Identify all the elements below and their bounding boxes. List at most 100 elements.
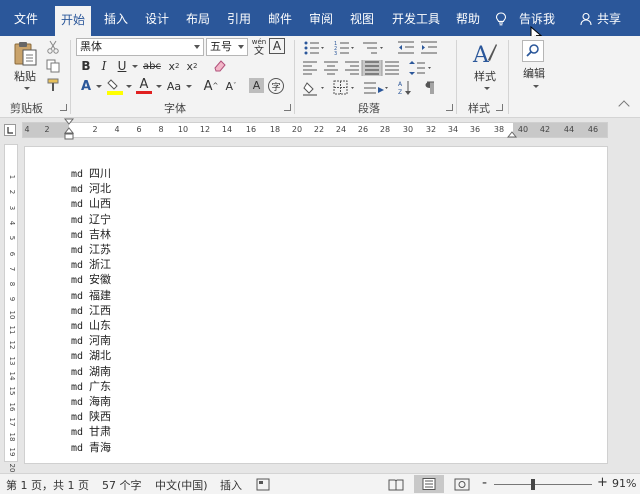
copy-icon[interactable] xyxy=(46,59,60,73)
tab-file[interactable]: 文件 xyxy=(14,0,38,36)
document-line[interactable]: md 浙江 xyxy=(71,257,111,272)
tab-layout[interactable]: 布局 xyxy=(186,0,210,36)
document-line[interactable]: md 广东 xyxy=(71,379,111,394)
editing-button[interactable]: 编辑 xyxy=(518,66,550,80)
paste-dropdown-icon[interactable] xyxy=(24,87,30,90)
right-indent-marker-icon[interactable] xyxy=(506,128,518,140)
zoom-in-button[interactable]: + xyxy=(597,475,608,490)
document-line[interactable]: md 安徽 xyxy=(71,272,111,287)
italic-button[interactable]: I xyxy=(96,58,112,74)
document-line[interactable]: md 山西 xyxy=(71,196,111,211)
font-size-combo[interactable]: 五号 xyxy=(206,38,248,56)
styles-button[interactable]: 样式 xyxy=(470,69,500,83)
shading-border-row: AZ xyxy=(303,80,434,96)
tab-selector-icon[interactable] xyxy=(4,124,16,136)
text-effects-dropdown-icon[interactable] xyxy=(96,85,102,88)
tab-references[interactable]: 引用 xyxy=(227,0,251,36)
svg-text:Z: Z xyxy=(398,89,402,96)
tab-insert[interactable]: 插入 xyxy=(104,0,128,36)
tab-home[interactable]: 开始 xyxy=(55,6,92,36)
zoom-slider-track[interactable] xyxy=(494,484,592,485)
font-launcher-icon[interactable] xyxy=(284,104,291,111)
line-prefix: md xyxy=(71,366,84,378)
document-line[interactable]: md 青海 xyxy=(71,440,111,455)
cut-icon[interactable] xyxy=(46,40,60,54)
text-effects-button[interactable]: A xyxy=(78,78,94,94)
zoom-level[interactable]: 91% xyxy=(612,477,636,490)
underline-dropdown-icon[interactable] xyxy=(132,65,138,68)
share-person-icon[interactable] xyxy=(580,12,594,26)
vertical-ruler[interactable]: 1 2 3 4 5 6 7 8 9 10 11 12 13 14 15 16 17 18 19 20 xyxy=(4,144,18,472)
document-line[interactable]: md 海南 xyxy=(71,394,111,409)
subscript-button[interactable]: x2 xyxy=(166,58,182,74)
document-line[interactable]: md 湖南 xyxy=(71,364,111,379)
character-shading-button[interactable]: A xyxy=(249,78,264,93)
document-line[interactable]: md 辽宁 xyxy=(71,212,111,227)
tab-view[interactable]: 视图 xyxy=(350,0,374,36)
document-line[interactable]: md 河南 xyxy=(71,333,111,348)
document-line[interactable]: md 河北 xyxy=(71,181,111,196)
web-layout-icon[interactable] xyxy=(454,478,470,491)
paste-button[interactable]: 粘贴 xyxy=(8,69,42,83)
enclose-characters-button[interactable]: 字 xyxy=(268,78,284,94)
collapse-ribbon-icon[interactable] xyxy=(618,100,630,112)
change-case-button[interactable]: Aa xyxy=(164,78,184,94)
font-name-combo[interactable]: 黑体 xyxy=(76,38,204,56)
grow-font-button[interactable]: A ^ xyxy=(203,78,219,94)
document-line[interactable]: md 山东 xyxy=(71,318,111,333)
tab-design[interactable]: 设计 xyxy=(145,0,169,36)
paragraph-launcher-icon[interactable] xyxy=(446,104,453,111)
document-line[interactable]: md 吉林 xyxy=(71,227,111,242)
paste-icon[interactable] xyxy=(12,40,40,68)
clipboard-launcher-icon[interactable] xyxy=(60,104,67,111)
tab-review[interactable]: 审阅 xyxy=(309,0,333,36)
styles-dropdown-icon[interactable] xyxy=(484,87,490,90)
lightbulb-icon[interactable] xyxy=(495,12,507,26)
vertical-scrollbar[interactable] xyxy=(620,144,636,464)
font-color-dropdown-icon[interactable] xyxy=(156,85,162,88)
tab-help[interactable]: 帮助 xyxy=(456,0,480,36)
styles-icon[interactable]: A xyxy=(472,40,498,68)
tab-mailings[interactable]: 邮件 xyxy=(268,0,292,36)
phonetic-guide-button[interactable]: wén 文 xyxy=(251,37,267,57)
document-line[interactable]: md 江西 xyxy=(71,303,111,318)
insert-mode[interactable]: 插入 xyxy=(220,477,242,493)
find-button[interactable] xyxy=(522,40,544,62)
page-count[interactable]: 第 1 页，共 1 页 xyxy=(6,477,89,493)
strikethrough-button[interactable]: abc xyxy=(140,58,164,74)
share-button[interactable]: 共享 xyxy=(597,0,621,36)
macro-record-icon[interactable] xyxy=(256,478,270,491)
shrink-font-button[interactable]: Aˇ xyxy=(223,78,239,94)
character-border-button[interactable]: A xyxy=(269,38,285,54)
clear-formatting-icon[interactable] xyxy=(212,59,228,73)
editing-dropdown-icon[interactable] xyxy=(533,85,539,88)
document-line[interactable]: md 江苏 xyxy=(71,242,111,257)
horizontal-ruler[interactable]: 4 2 2 4 6 8 10 12 14 16 18 20 22 24 26 28 30 32 34 36 38 40 42… xyxy=(22,122,608,138)
document-line[interactable]: md 甘肃 xyxy=(71,424,111,439)
document-line[interactable]: md 四川 xyxy=(71,166,111,181)
read-mode-icon[interactable] xyxy=(388,478,404,491)
styles-launcher-icon[interactable] xyxy=(496,104,503,111)
bold-button[interactable]: B xyxy=(78,58,94,74)
zoom-out-button[interactable]: - xyxy=(482,475,487,491)
print-layout-button[interactable] xyxy=(414,475,444,493)
tab-developer[interactable]: 开发工具 xyxy=(392,0,440,36)
document-page[interactable]: md 四川 md 河北 md 山西 md 辽宁 md 吉林 md 江苏 md 浙江 md 安徽 md 福建 md 江西… xyxy=(24,146,608,464)
font-name-dropdown-icon[interactable] xyxy=(194,45,200,49)
indent-markers-icon[interactable] xyxy=(63,118,75,142)
document-line[interactable]: md 湖北 xyxy=(71,348,111,363)
language-indicator[interactable]: 中文(中国) xyxy=(155,477,208,493)
highlight-dropdown-icon[interactable] xyxy=(126,85,132,88)
document-line[interactable]: md 福建 xyxy=(71,288,111,303)
font-size-dropdown-icon[interactable] xyxy=(238,45,244,49)
font-color-button[interactable]: A xyxy=(136,77,152,92)
underline-button[interactable]: U xyxy=(114,58,130,74)
change-case-dropdown-icon[interactable] xyxy=(186,85,192,88)
superscript-button[interactable]: x2 xyxy=(184,58,200,74)
word-count[interactable]: 57 个字 xyxy=(102,477,142,493)
zoom-slider-thumb[interactable] xyxy=(531,479,535,490)
ruler-number: 16 xyxy=(245,125,257,134)
highlight-color-icon[interactable] xyxy=(106,78,124,95)
format-painter-icon[interactable] xyxy=(46,78,60,92)
document-line[interactable]: md 陕西 xyxy=(71,409,111,424)
